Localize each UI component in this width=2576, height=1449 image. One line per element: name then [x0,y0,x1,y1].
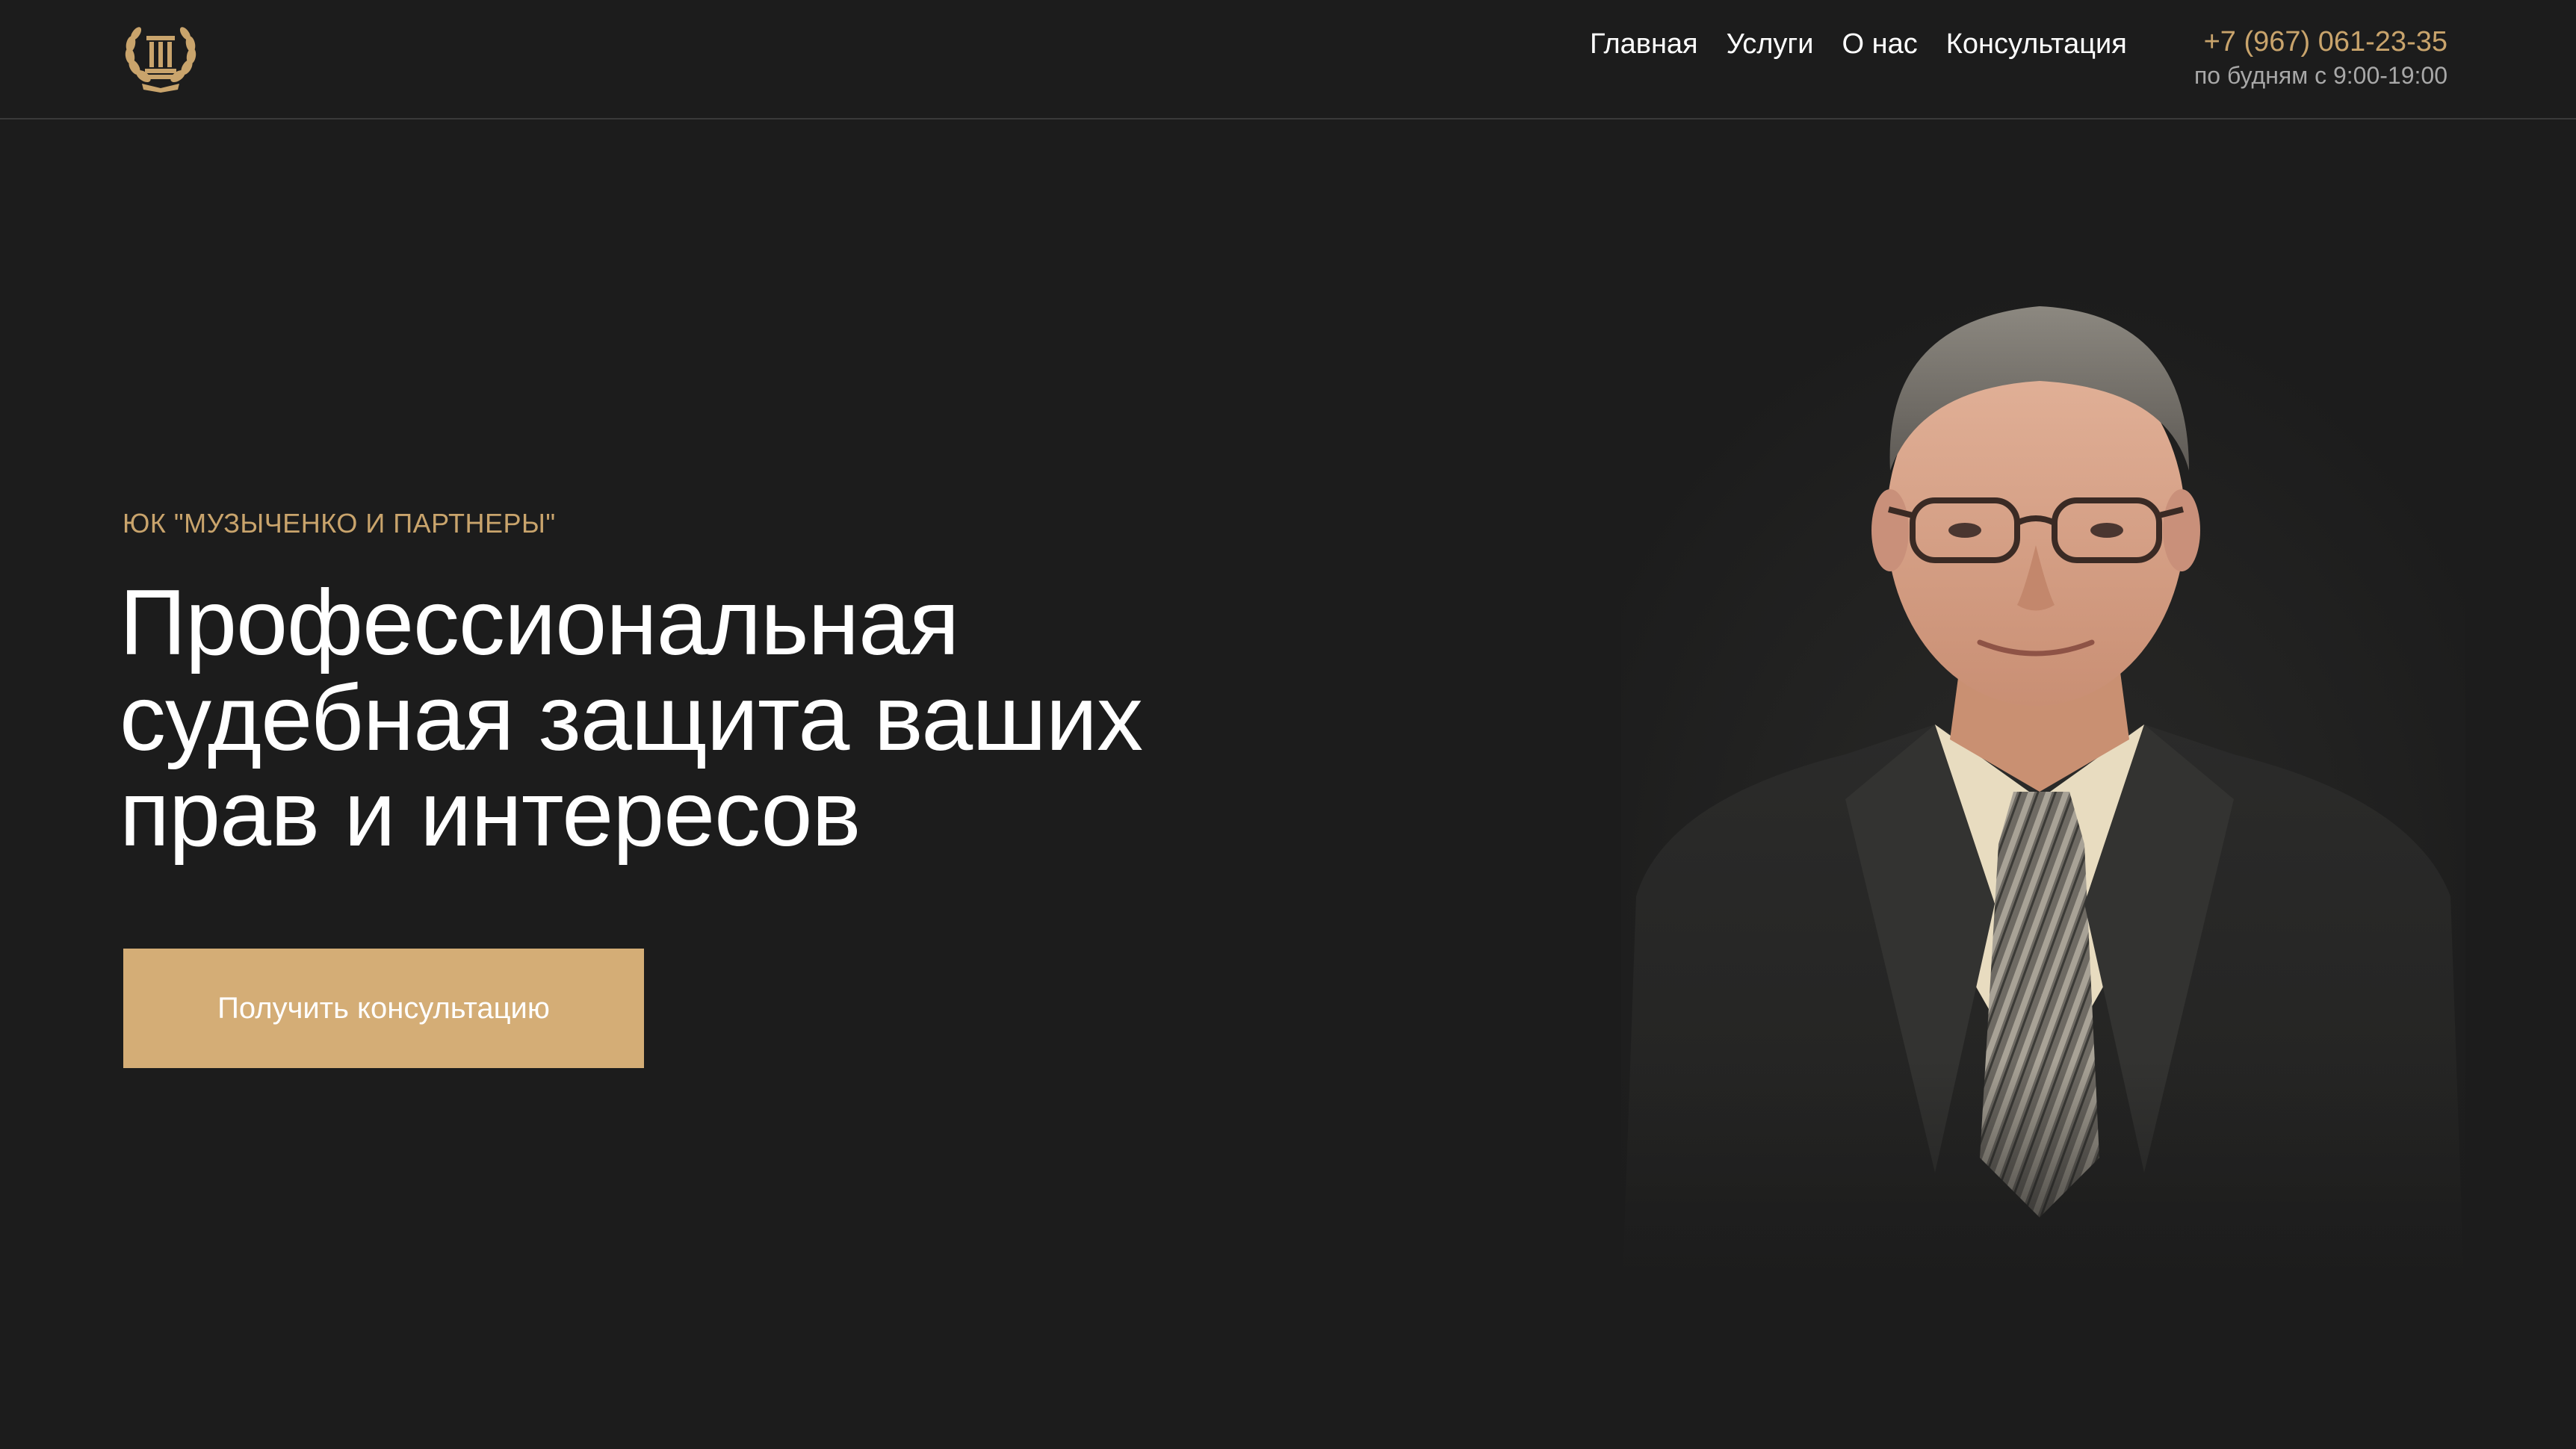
hero-headline: Профессиональная судебная защита ваших п… [120,575,1315,862]
phone-link[interactable]: +7 (967) 061-23-35 [2194,24,2447,60]
get-consultation-button[interactable]: Получить консультацию [123,949,644,1068]
nav-home-link[interactable]: Главная [1590,22,1698,66]
laurel-logo-icon[interactable] [120,15,202,97]
main-nav: Главная Услуги О нас Консультация [1590,22,2127,66]
headline-line-2: судебная защита ваших [120,667,1143,770]
nav-about-link[interactable]: О нас [1842,22,1918,66]
contact-block: +7 (967) 061-23-35 по будням с 9:00-19:0… [2194,24,2447,91]
lawyer-portrait [1621,276,2465,1322]
company-name: ЮК "МУЗЫЧЕНКО И ПАРТНЕРЫ" [123,508,556,539]
nav-services-link[interactable]: Услуги [1727,22,1814,66]
site-header: Главная Услуги О нас Консультация +7 (96… [0,0,2576,120]
nav-consultation-link[interactable]: Консультация [1946,22,2127,66]
landing-page: Главная Услуги О нас Консультация +7 (96… [0,0,2576,1449]
headline-line-3: прав и интересов [120,763,861,866]
headline-line-1: Профессиональная [120,571,959,674]
working-hours: по будням с 9:00-19:00 [2193,62,2447,89]
